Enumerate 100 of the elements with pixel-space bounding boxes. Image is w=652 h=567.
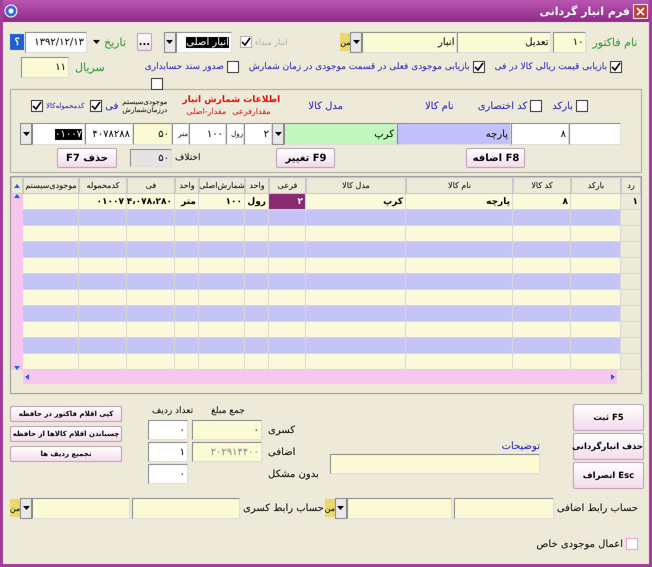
action-button[interactable]: Esc انصراف	[573, 462, 644, 489]
checkbox[interactable]	[151, 78, 163, 90]
add-button[interactable]: F8 اضافه	[466, 148, 526, 168]
table-cell	[175, 338, 199, 354]
serial-field[interactable]: ۱۱	[21, 56, 69, 78]
scroll-right-icon[interactable]	[611, 374, 615, 380]
model-label: مدل کالا	[308, 100, 343, 112]
lot-code-field[interactable]: ۰۱۰۰۷	[32, 123, 85, 145]
table-cell	[245, 290, 269, 306]
checkbox[interactable]	[31, 100, 43, 112]
model-field[interactable]: کرپ	[284, 123, 397, 145]
account-field[interactable]	[32, 498, 130, 518]
table-cell: کرپ	[306, 194, 406, 210]
delete-button[interactable]: حذف F7	[57, 148, 117, 168]
invoice-type-field[interactable]: تعدیل	[457, 32, 552, 52]
checkbox[interactable]	[226, 61, 239, 73]
source-warehouse-label: انبار مبداء	[254, 38, 288, 46]
table-cell	[127, 226, 175, 242]
column-header[interactable]: رد	[621, 177, 641, 194]
table-cell	[127, 306, 175, 322]
column-header[interactable]: نام کالا	[406, 177, 513, 194]
window-title: فرم انبار گردانی	[539, 4, 630, 18]
row-count-field: ۰	[148, 420, 188, 440]
account-field[interactable]	[346, 498, 452, 518]
vertical-scrollbar[interactable]	[11, 194, 23, 370]
product-code-field[interactable]: ۸	[511, 123, 569, 145]
scroll-down-icon[interactable]	[14, 366, 20, 370]
column-header[interactable]: شمارش‌اصلی	[199, 177, 245, 194]
table-cell	[127, 322, 175, 338]
column-header[interactable]: واحد	[175, 177, 199, 194]
amount-field: ۲۰۲۹۱۴۴۰۰	[192, 442, 262, 462]
help-button[interactable]: ؟	[10, 34, 24, 50]
warehouse-select[interactable]: انبار اصلی	[176, 32, 232, 52]
table-cell	[23, 354, 79, 370]
table-cell	[513, 242, 571, 258]
column-header[interactable]: کد کالا	[513, 177, 571, 194]
action-button[interactable]: حذف انبارگردانی	[573, 433, 644, 460]
column-header[interactable]: فی	[127, 177, 175, 194]
more-button[interactable]: ...	[136, 33, 152, 51]
invoice-number-field[interactable]: ۱۰	[553, 32, 586, 52]
product-name-field[interactable]: پارچه	[397, 123, 511, 145]
table-cell	[79, 210, 127, 226]
dropdown-arrow-icon	[22, 506, 30, 510]
dropdown-button[interactable]	[272, 123, 284, 145]
table-cell: متر	[175, 194, 199, 210]
dropdown-arrow-icon	[352, 40, 360, 44]
horizontal-scrollbar[interactable]	[23, 370, 617, 384]
checkbox[interactable]	[472, 61, 485, 73]
account-field[interactable]	[132, 498, 240, 518]
account-field[interactable]	[454, 498, 554, 518]
column-header[interactable]: واحد	[245, 177, 269, 194]
table-cell	[23, 258, 79, 274]
table-cell	[23, 242, 79, 258]
product-name-label: نام کالا	[424, 100, 454, 112]
column-header[interactable]: مدل کالا	[306, 177, 406, 194]
table-cell	[23, 306, 79, 322]
table-cell	[175, 242, 199, 258]
table-cell: رول	[245, 194, 269, 210]
dropdown-button[interactable]	[164, 32, 176, 52]
currency-badge: من	[340, 33, 350, 51]
option-label: بازیابی موجودی فعلی در قسمت موجودی در زمان شمارش	[248, 62, 470, 72]
barcode-label: بارکد	[552, 100, 573, 112]
checkbox[interactable]	[626, 538, 638, 550]
system-stock-field[interactable]: ۵۰	[133, 123, 172, 145]
total-row-label: اضافی	[268, 446, 296, 458]
close-button[interactable]	[633, 4, 648, 18]
help-icon[interactable]	[4, 4, 18, 18]
table-cell	[127, 210, 175, 226]
checkbox[interactable]	[530, 100, 542, 112]
table-cell	[269, 354, 306, 370]
table-cell	[245, 210, 269, 226]
checkbox[interactable]	[576, 100, 588, 112]
table-cell	[23, 226, 79, 242]
warehouse-field[interactable]: انبار	[362, 32, 458, 52]
column-header[interactable]: موجودی‌سیستم	[23, 177, 79, 194]
description-field[interactable]	[330, 454, 540, 474]
table-cell	[127, 338, 175, 354]
checkbox[interactable]	[90, 100, 102, 112]
sub-quantity-field[interactable]: ۲	[244, 123, 272, 145]
column-header[interactable]: بارکد	[571, 177, 621, 194]
scroll-left-icon[interactable]	[25, 374, 29, 380]
dropdown-button[interactable]	[350, 32, 362, 52]
dropdown-button[interactable]	[20, 498, 32, 518]
price-field[interactable]: ۴۰۷۸۲۸۸	[85, 123, 133, 145]
checkbox[interactable]	[610, 61, 622, 73]
column-header[interactable]: فرعی	[269, 177, 306, 194]
table-cell	[79, 306, 127, 322]
table-cell	[79, 242, 127, 258]
account-label: حساب رابط اضافی	[556, 502, 638, 514]
column-header[interactable]: کدمحموله	[79, 177, 127, 194]
barcode-field[interactable]	[569, 123, 621, 145]
table-cell	[571, 226, 621, 242]
action-button[interactable]: F5 ثبت	[573, 404, 644, 431]
dropdown-button[interactable]	[334, 498, 347, 518]
dropdown-button[interactable]	[20, 123, 32, 145]
main-quantity-field[interactable]: ۱۰۰	[189, 123, 226, 145]
row-count-field: ۱	[148, 442, 188, 462]
date-field[interactable]: ۱۳۹۲/۱۲/۱۳	[25, 32, 87, 52]
edit-button[interactable]: F9 تغییر	[276, 148, 336, 168]
table-cell	[175, 274, 199, 290]
